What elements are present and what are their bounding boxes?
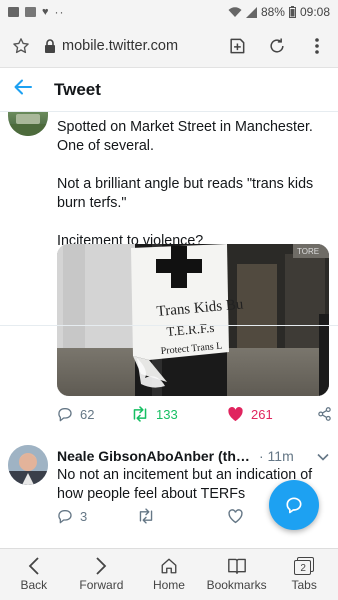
like-button[interactable] xyxy=(227,508,244,524)
browser-bottom-nav: Back Forward Home Bookmarks 2 Tabs xyxy=(0,548,338,600)
nav-label: Bookmarks xyxy=(206,578,267,592)
tweet-paragraph: Not a brilliant angle but reads "trans k… xyxy=(57,176,314,211)
signal-icon xyxy=(245,6,257,18)
nav-forward[interactable]: Forward xyxy=(68,549,136,600)
tweet-photo[interactable]: TORE Trans Kids Bu T.E.R.F.s Protect Tra… xyxy=(57,244,329,396)
back-arrow-icon[interactable] xyxy=(14,79,32,100)
reply-icon xyxy=(58,408,72,422)
battery-percent: 88% xyxy=(260,5,285,19)
reply-button[interactable]: 62 xyxy=(57,406,131,422)
share-icon xyxy=(318,407,331,421)
address-bar[interactable]: mobile.twitter.com xyxy=(44,38,178,54)
retweet-count: 133 xyxy=(156,406,178,422)
avatar[interactable] xyxy=(8,445,48,485)
heart-notification-icon: ♥ xyxy=(42,6,49,18)
status-bar: ♥ ·· 88% 09:08 xyxy=(0,0,338,24)
heart-icon xyxy=(228,406,243,422)
tweet-paragraph: Spotted on Market Street in Manchester. … xyxy=(57,119,313,154)
heart-icon xyxy=(228,509,243,524)
share-button[interactable] xyxy=(317,406,332,422)
retweet-button[interactable]: 133 xyxy=(131,406,227,422)
menu-icon[interactable] xyxy=(306,35,328,57)
compose-button[interactable] xyxy=(269,480,319,530)
author-name[interactable]: Neale GibsonAboAnber (the real ... xyxy=(57,448,255,464)
chevron-down-icon[interactable] xyxy=(317,448,329,464)
tabs-icon: 2 xyxy=(294,557,315,575)
lock-icon xyxy=(45,38,55,53)
nav-label: Home xyxy=(152,578,185,592)
divider xyxy=(0,325,338,333)
tab-count: 2 xyxy=(300,562,306,574)
reply-count: 62 xyxy=(80,406,95,422)
home-icon xyxy=(161,558,177,574)
nav-label: Forward xyxy=(79,578,124,592)
compose-icon xyxy=(286,497,302,514)
gallery-icon xyxy=(25,7,36,17)
url-text: mobile.twitter.com xyxy=(62,37,179,54)
tweet-actions: 62 133 261 xyxy=(57,404,332,424)
shop-sign-text: TORE xyxy=(297,247,319,256)
battery-icon xyxy=(288,6,296,18)
nav-bookmarks[interactable]: Bookmarks xyxy=(203,549,271,600)
browser-toolbar: mobile.twitter.com xyxy=(0,24,338,68)
nav-label: Tabs xyxy=(291,578,317,592)
retweet-button[interactable] xyxy=(137,508,227,524)
star-icon[interactable] xyxy=(10,35,32,57)
chevron-right-icon xyxy=(96,557,107,575)
reload-icon[interactable] xyxy=(266,35,288,57)
tweet-header: Tweet xyxy=(0,68,338,112)
reply-icon xyxy=(58,510,72,524)
nav-back[interactable]: Back xyxy=(0,549,68,600)
retweet-icon xyxy=(139,508,153,524)
new-tab-icon[interactable] xyxy=(226,35,248,57)
bookmarks-icon xyxy=(227,558,246,575)
chevron-left-icon xyxy=(28,557,39,575)
retweet-icon xyxy=(133,406,147,422)
avatar[interactable] xyxy=(8,112,48,136)
reply-header: Neale GibsonAboAnber (the real ... · 11m xyxy=(57,448,329,464)
reply-button[interactable]: 3 xyxy=(57,508,137,524)
clock: 09:08 xyxy=(299,5,330,19)
wifi-icon xyxy=(228,6,242,17)
page-title: Tweet xyxy=(54,79,101,99)
like-button[interactable]: 261 xyxy=(227,406,315,422)
timestamp[interactable]: · 11m xyxy=(259,448,294,464)
more-notifications: ·· xyxy=(54,5,65,19)
like-count: 261 xyxy=(251,406,273,422)
nav-home[interactable]: Home xyxy=(135,549,203,600)
notification-icon xyxy=(8,7,19,17)
reply-count: 3 xyxy=(80,508,88,524)
nav-tabs[interactable]: 2 Tabs xyxy=(270,549,338,600)
nav-label: Back xyxy=(20,578,48,592)
